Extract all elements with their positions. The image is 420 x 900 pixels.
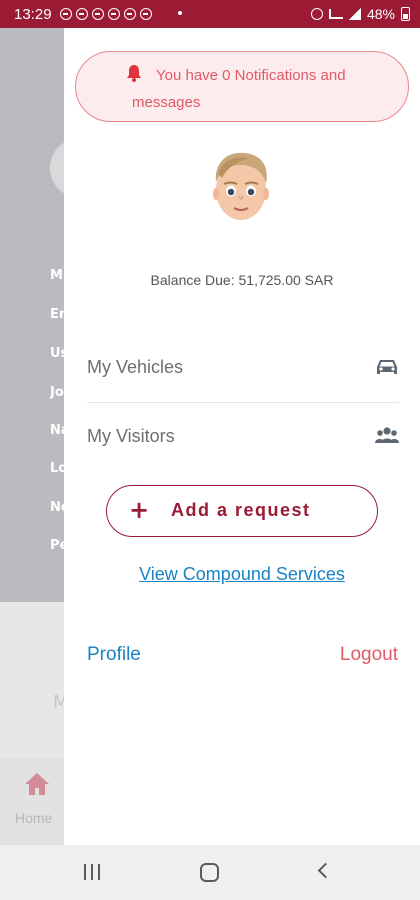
alarm-icon — [310, 8, 323, 20]
battery-icon — [401, 7, 410, 21]
background-menu-item: Na — [50, 423, 64, 438]
logout-link[interactable]: Logout — [340, 644, 398, 666]
menu-item-my-vehicles[interactable]: My Vehicles — [87, 337, 399, 403]
background-menu-item: Jo — [50, 385, 64, 400]
signal-icon — [348, 8, 361, 20]
messenger-icon — [124, 8, 136, 20]
background-menu-item: M — [50, 268, 63, 283]
profile-link[interactable]: Profile — [87, 644, 141, 666]
plus-icon: + — [129, 496, 150, 524]
side-drawer: You have 0 Notifications and messages Ba… — [64, 28, 420, 845]
messenger-icon — [108, 8, 120, 20]
status-time: 13:29 — [14, 6, 52, 23]
volte-icon — [328, 9, 343, 19]
background-menu-item: En — [50, 307, 64, 322]
notifications-banner[interactable]: You have 0 Notifications and messages — [75, 51, 409, 122]
background-menu-item: Lo — [50, 461, 64, 476]
background-content: M — [0, 602, 64, 758]
more-notifications-dot — [178, 11, 182, 15]
notification-icons — [60, 8, 152, 20]
recent-apps-button[interactable] — [84, 864, 100, 880]
notifications-text: You have 0 Notifications and messages — [132, 62, 396, 116]
background-menu-item: No — [50, 500, 64, 515]
menu-item-label: My Visitors — [87, 426, 175, 446]
battery-percent: 48% — [366, 6, 395, 22]
background-menu-item: Pe — [50, 538, 64, 553]
background-app[interactable]: M En Us Jo Na Lo No Pe M Home — [0, 28, 110, 845]
car-icon — [377, 360, 397, 374]
tab-home-label: Home — [15, 810, 53, 826]
background-text: M — [53, 692, 64, 713]
balance-due: Balance Due: 51,725.00 SAR — [150, 272, 334, 288]
menu-item-my-visitors[interactable]: My Visitors — [87, 406, 399, 472]
add-request-label: Add a request — [171, 500, 311, 520]
notifications-text-line1: You have 0 Notifications and — [156, 67, 346, 84]
messenger-icon — [92, 8, 104, 20]
avatar[interactable] — [208, 148, 274, 228]
notifications-text-line2: messages — [132, 94, 201, 111]
home-icon — [25, 773, 49, 795]
system-navigation-bar — [0, 845, 420, 900]
background-tab-bar: Home — [0, 758, 64, 845]
users-icon — [375, 427, 399, 443]
status-bar: 13:29 48% — [0, 0, 420, 28]
background-overlay[interactable]: M En Us Jo Na Lo No Pe — [0, 28, 110, 602]
system-icons: 48% — [310, 6, 410, 22]
messenger-icon — [76, 8, 88, 20]
view-compound-services-link[interactable]: View Compound Services — [64, 564, 420, 585]
menu-item-label: My Vehicles — [87, 357, 184, 377]
messenger-icon — [60, 8, 72, 20]
bell-icon — [127, 65, 141, 82]
messenger-icon — [140, 8, 152, 20]
background-menu-item: Us — [50, 346, 64, 361]
back-button[interactable] — [317, 862, 334, 879]
home-button[interactable] — [200, 863, 219, 882]
add-request-button[interactable]: + Add a request — [106, 485, 378, 537]
